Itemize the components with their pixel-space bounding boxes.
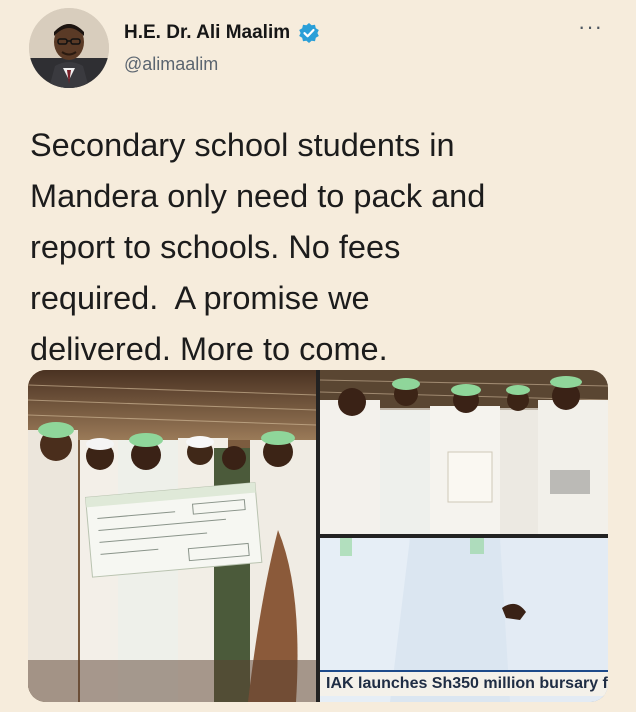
tweet-text-line: report to schools. No fees — [30, 229, 401, 265]
media-photo-2[interactable] — [320, 370, 608, 534]
tweet-card: H.E. Dr. Ali Maalim @alimaalim ··· Secon… — [0, 0, 636, 712]
tweet-text-line: required. A promise we — [30, 280, 370, 316]
author-handle[interactable]: @alimaalim — [124, 54, 218, 75]
avatar-image — [29, 8, 109, 88]
author-name-row: H.E. Dr. Ali Maalim — [124, 22, 320, 44]
tweet-text: Secondary school students in Mandera onl… — [30, 120, 600, 375]
more-options-icon[interactable]: ··· — [578, 14, 603, 40]
verified-badge-icon — [298, 22, 320, 44]
tweet-text-line: Mandera only need to pack and — [30, 178, 486, 214]
avatar[interactable] — [29, 8, 109, 88]
media-photo-1[interactable] — [28, 370, 316, 702]
cheque-presentation-image — [28, 370, 316, 702]
tweet-text-line: Secondary school students in — [30, 127, 455, 163]
author-display-name[interactable]: H.E. Dr. Ali Maalim — [124, 22, 290, 44]
tweet-text-line: delivered. More to come. — [30, 331, 388, 367]
certificate-handover-image — [320, 370, 608, 534]
media-photo-3[interactable]: IAK launches Sh350 million bursary fu — [320, 538, 608, 702]
news-caption-bar: IAK launches Sh350 million bursary fu — [320, 670, 608, 696]
media-grid: IAK launches Sh350 million bursary fu — [28, 370, 608, 702]
